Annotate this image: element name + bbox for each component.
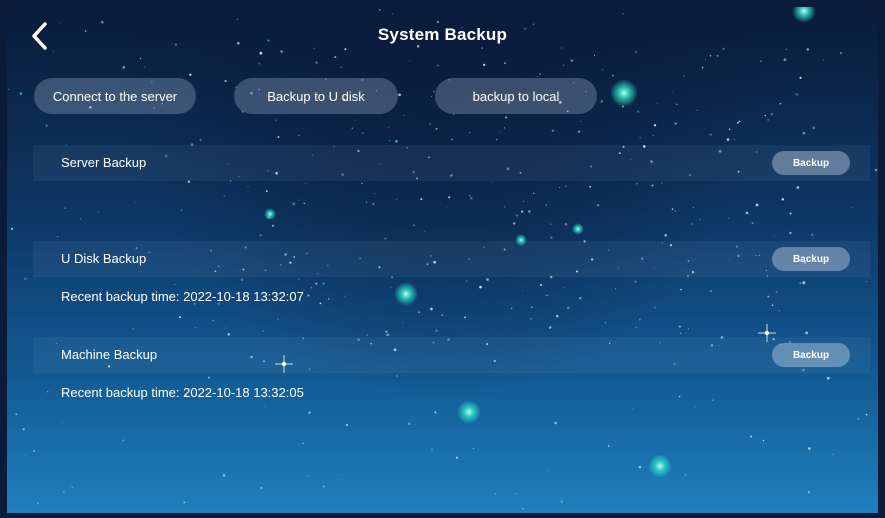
machine-backup-row: Machine Backup Backup <box>33 337 870 373</box>
tab-backup-local[interactable]: backup to local <box>435 78 597 114</box>
server-backup-row: Server Backup Backup <box>33 145 870 181</box>
machine-backup-button[interactable]: Backup <box>772 343 850 367</box>
u-disk-backup-label: U Disk Backup <box>61 251 147 266</box>
tab-backup-u-disk[interactable]: Backup to U disk <box>234 78 398 114</box>
u-disk-backup-button[interactable]: Backup <box>772 247 850 271</box>
page-title: System Backup <box>377 25 508 44</box>
machine-backup-label: Machine Backup <box>61 347 158 362</box>
tab-connect-server[interactable]: Connect to the server <box>34 78 196 114</box>
screen: System Backup Connect to the server Back… <box>7 7 878 513</box>
u-disk-backup-row: U Disk Backup Backup <box>33 241 870 277</box>
machine-recent-backup-time: Recent backup time: 2022-10-18 13:32:05 <box>61 385 304 400</box>
server-backup-label: Server Backup <box>61 155 147 170</box>
server-backup-button[interactable]: Backup <box>772 151 850 175</box>
u-disk-recent-backup-time: Recent backup time: 2022-10-18 13:32:07 <box>61 289 304 304</box>
